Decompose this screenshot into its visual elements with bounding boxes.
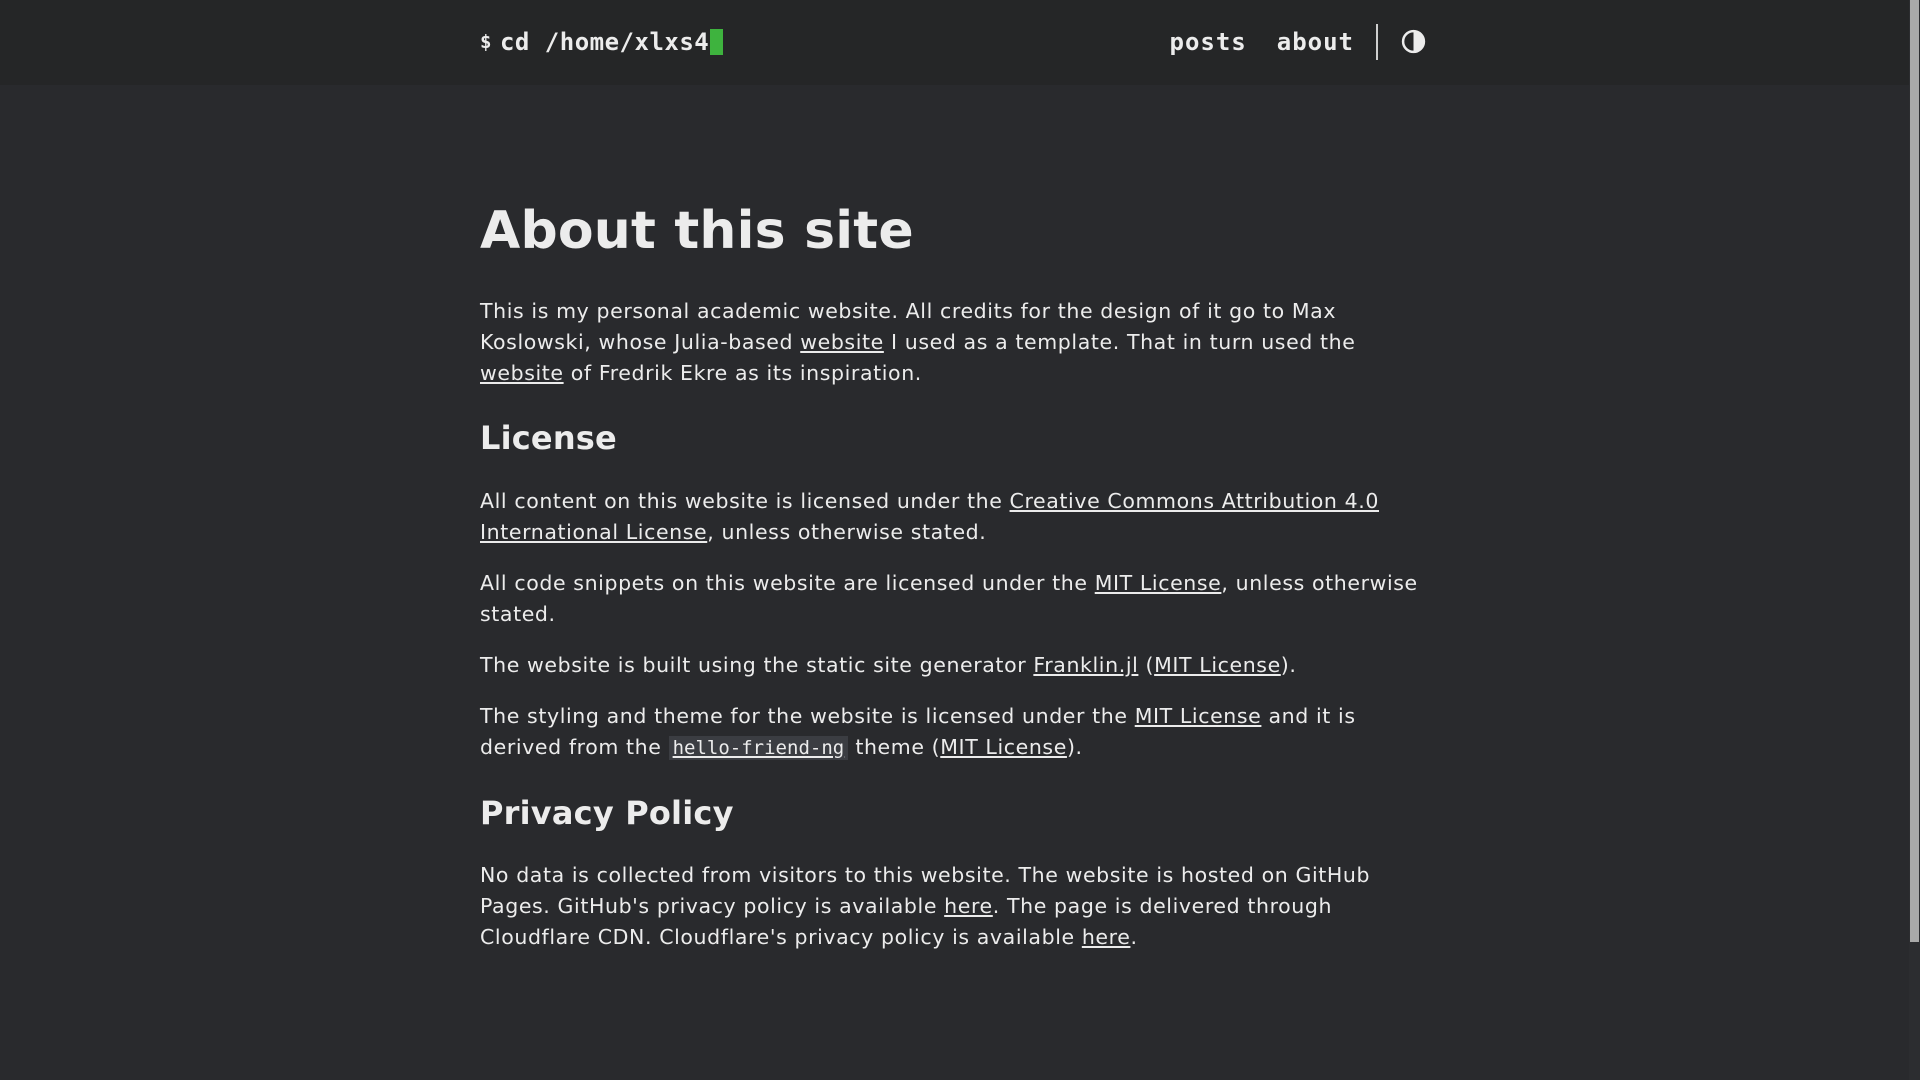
nav-link-about[interactable]: about [1277,28,1354,56]
prompt-symbol: $ [480,31,492,53]
license-code-paragraph: All code snippets on this website are li… [480,568,1440,630]
main-nav: posts about [1170,28,1355,56]
hello-friend-ng-link[interactable]: hello-friend-ng [668,735,849,760]
license-heading: License [480,419,617,458]
hello-friend-ng-code: hello-friend-ng [668,735,849,760]
half-circle-contrast-icon [1401,29,1426,54]
nav-link-posts[interactable]: posts [1170,28,1247,56]
nav-divider [1376,24,1378,60]
franklin-mit-license-link[interactable]: MIT License [1154,653,1281,677]
main-content: About this site This is my personal acad… [480,200,1440,973]
max-koslowski-website-link[interactable]: website [800,330,884,354]
top-navigation-bar: $ cd /home/xlxs4 posts about [0,0,1909,85]
privacy-paragraph: No data is collected from visitors to th… [480,860,1440,953]
intro-text-3: of Fredrik Ekre as its inspiration. [563,361,922,386]
franklin-jl-link[interactable]: Franklin.jl [1033,653,1138,677]
theme-mit-license-link[interactable]: MIT License [1135,704,1262,728]
intro-paragraph: This is my personal academic website. Al… [480,296,1440,389]
license-p3-text-1: The website is built using the static si… [480,652,1034,677]
license-p4-text-4: ). [1066,734,1083,759]
privacy-policy-heading: Privacy Policy [480,793,734,832]
license-content-paragraph: All content on this website is licensed … [480,486,1440,548]
vertical-scrollbar[interactable] [1909,0,1920,1080]
theme-toggle-button[interactable] [1401,29,1426,54]
github-privacy-link[interactable]: here [944,894,993,918]
scrollbar-thumb[interactable] [1910,0,1919,942]
license-theme-paragraph: The styling and theme for the website is… [480,701,1440,764]
license-p4-text-3: theme ( [848,734,941,759]
site-logo-link[interactable]: $ cd /home/xlxs4 [480,28,724,56]
mit-license-link[interactable]: MIT License [1095,571,1222,595]
hello-friend-ng-mit-license-link[interactable]: MIT License [940,735,1067,759]
blinking-cursor-icon [710,29,724,55]
intro-text-2: I used as a template. That in turn used … [883,330,1356,355]
license-p4-text-1: The styling and theme for the website is… [480,703,1135,728]
fredrik-ekre-website-link[interactable]: website [480,361,564,385]
license-generator-paragraph: The website is built using the static si… [480,650,1440,681]
site-logo-text: cd /home/xlxs4 [499,28,710,56]
license-p3-text-2: ( [1138,652,1155,677]
license-p2-text-1: All code snippets on this website are li… [480,570,1095,595]
license-p3-text-3: ). [1280,652,1297,677]
privacy-text-3: . [1130,925,1138,950]
license-p1-text-2: , unless otherwise stated. [707,519,987,544]
cloudflare-privacy-link[interactable]: here [1082,925,1131,949]
license-p1-text-1: All content on this website is licensed … [480,488,1010,513]
page-title: About this site [480,201,914,261]
